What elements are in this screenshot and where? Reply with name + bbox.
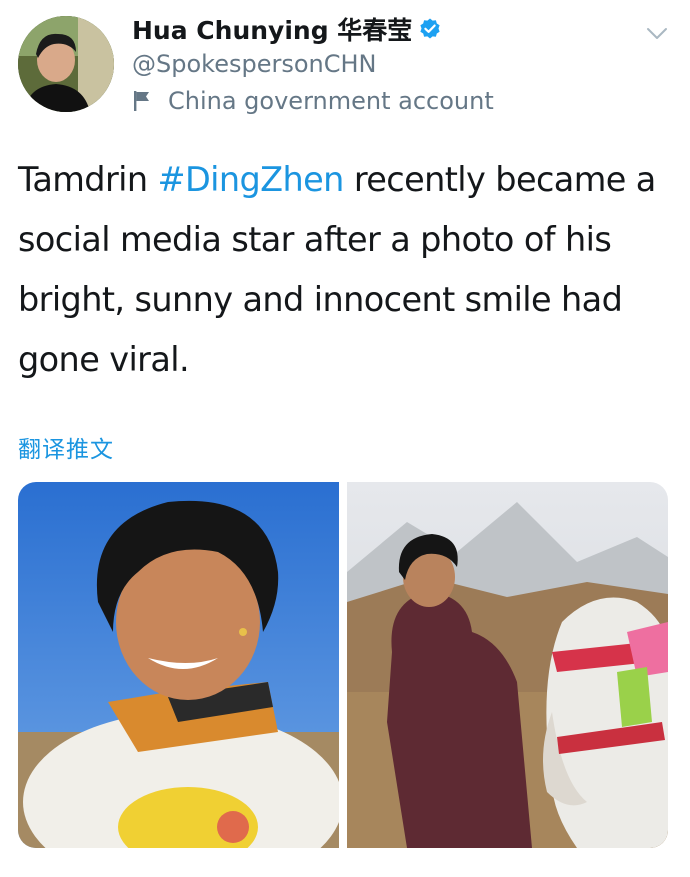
photo-with-horse[interactable] [347, 482, 668, 848]
tweet-header: Hua Chunying 华春莹 @SpokespersonCHN China [18, 12, 678, 116]
avatar[interactable] [18, 16, 114, 112]
translate-tweet-link[interactable]: 翻译推文 [18, 430, 114, 464]
name-row: Hua Chunying 华春莹 [132, 12, 632, 46]
chevron-down-icon[interactable] [644, 20, 670, 46]
user-handle[interactable]: @SpokespersonCHN [132, 46, 632, 82]
flag-icon [132, 89, 154, 113]
hashtag-link[interactable]: #DingZhen [158, 160, 345, 199]
tweet-text: Tamdrin #DingZhen recently became a soci… [18, 150, 658, 390]
tweet: Hua Chunying 华春莹 @SpokespersonCHN China [0, 0, 690, 877]
photo-smiling-portrait[interactable] [18, 482, 339, 848]
media-grid [18, 482, 668, 848]
author-info: Hua Chunying 华春莹 @SpokespersonCHN China [132, 12, 632, 119]
account-label: China government account [168, 87, 494, 115]
display-name[interactable]: Hua Chunying 华春莹 [132, 11, 412, 47]
verified-badge-icon [418, 17, 442, 41]
tweet-text-start: Tamdrin [18, 160, 158, 199]
government-account-label: China government account [132, 83, 632, 119]
